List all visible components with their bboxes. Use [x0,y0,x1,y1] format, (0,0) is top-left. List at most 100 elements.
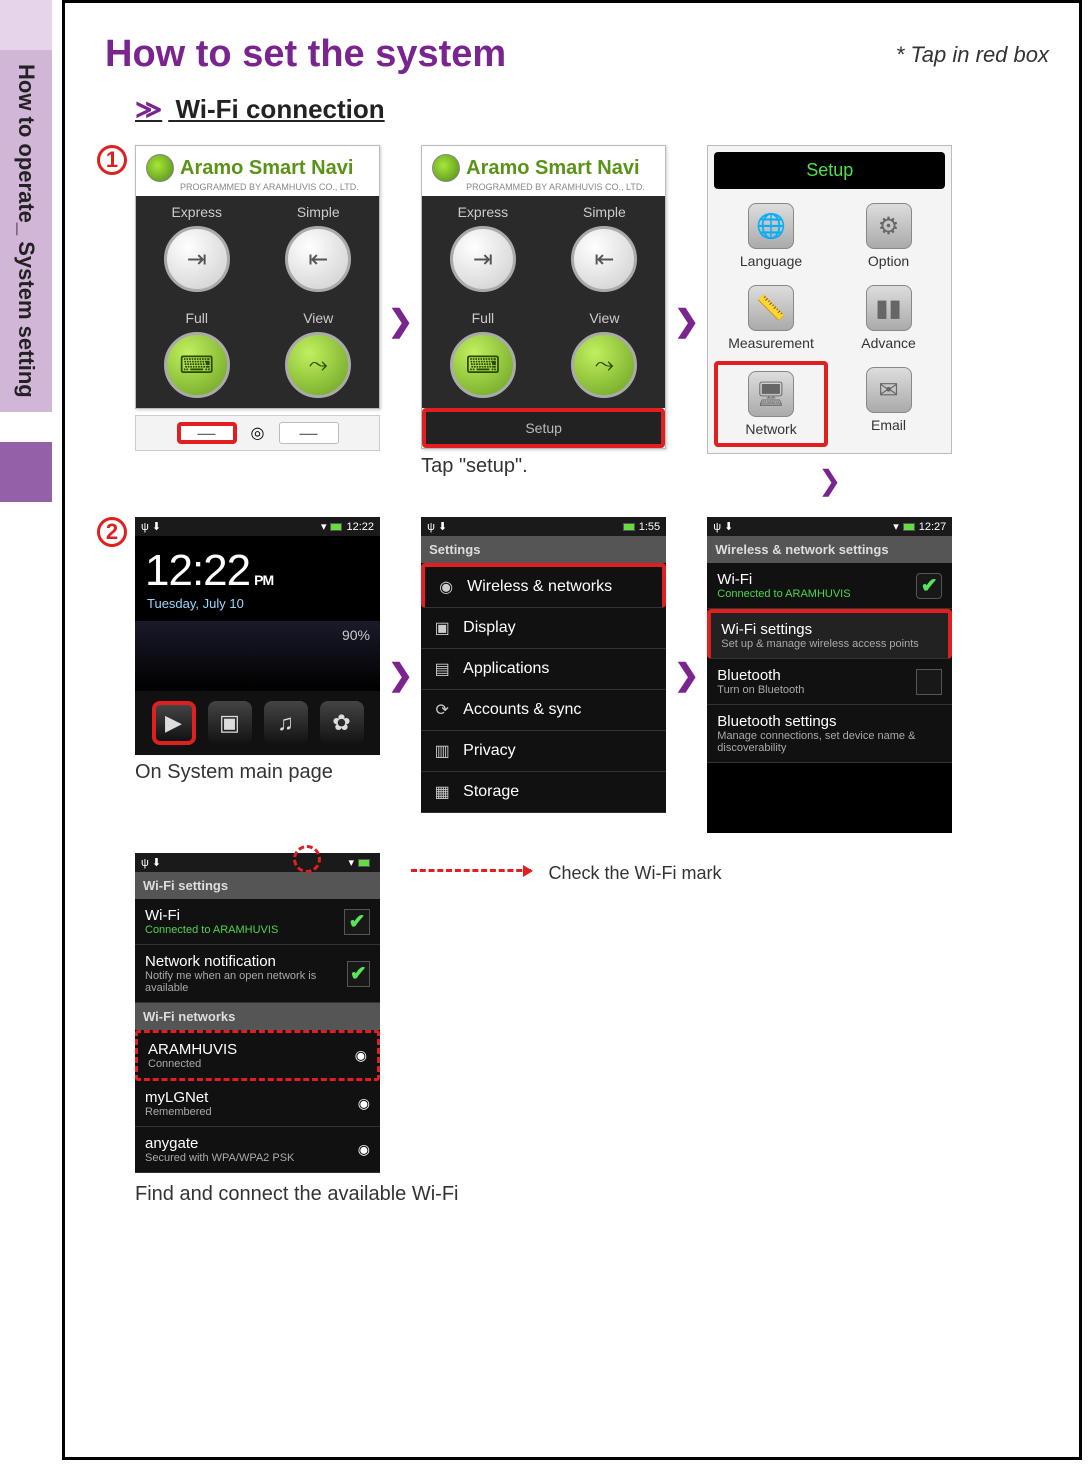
gear-icon: ⚙ [866,203,912,249]
settings-accounts[interactable]: ⟳Accounts & sync [421,690,666,731]
check-icon: ✔ [349,912,366,932]
app-title: Aramo Smart Navi [466,157,639,180]
setup-item-option[interactable]: ⚙Option [832,197,946,275]
settings-display[interactable]: ▣Display [421,608,666,649]
setup-item-language[interactable]: 🌐Language [714,197,828,275]
app-subtitle: PROGRAMMED BY ARAMHUVIS CO., LTD. [422,182,665,196]
storage-icon: ▦ [431,782,453,802]
step2-marker: 2 [97,517,127,547]
display-icon: ▣ [431,618,453,638]
pointer-line [411,869,531,872]
wifi-checkbox[interactable]: ✔ [344,909,370,935]
privacy-icon: ▥ [431,741,453,761]
page-frame: How to set the system * Tap in red box ≫… [62,0,1082,1460]
arrow-right-icon: ❯ [386,304,415,339]
express-button[interactable]: ⇥ [450,226,516,292]
wns-bluetooth-toggle[interactable]: BluetoothTurn on Bluetooth [707,659,952,705]
step1-marker: 1 [97,145,127,175]
setup-item-measurement[interactable]: 📏Measurement [714,279,828,357]
caption-check-mark: Check the Wi-Fi mark [549,863,722,884]
ruler-icon: 📏 [748,285,794,331]
section-subtitle: ≫ Wi-Fi connection [135,94,1049,125]
full-label: Full [185,310,208,326]
arrow-down-icon: ❯ [818,464,841,497]
side-accent-light [0,0,52,50]
side-tab: How to operate_ System setting [0,50,52,412]
section-subtitle-text: Wi-Fi connection [175,94,384,124]
express-label: Express [171,204,222,220]
signal-lock-icon: ◉ [358,1141,370,1158]
step1-row: 1 Aramo Smart Navi PROGRAMMED BY ARAMHUV… [135,145,1049,497]
settings-storage[interactable]: ▦Storage [421,772,666,813]
signal-lock-icon: ◉ [358,1095,370,1112]
check-icon: ✔ [921,576,938,596]
settings-applications[interactable]: ▤Applications [421,649,666,690]
hw-button-left[interactable]: — [177,422,237,444]
hw-button-right[interactable]: — [279,422,339,444]
wifi-settings-row: ψ ⬇ ▾ Wi-Fi settings Wi-FiConnected to A… [135,853,1049,1206]
status-time: 12:22 [346,521,374,533]
hw-button-center[interactable]: ◎ [243,422,273,444]
side-accent-dark [0,442,52,502]
hardware-button-bar: — ◎ — [135,415,380,451]
full-button[interactable]: ⌨ [164,332,230,398]
wns-wifi-settings[interactable]: Wi-Fi settingsSet up & manage wireless a… [707,609,952,659]
status-bar: ψ ⬇ ▾ 12:22 [135,517,380,536]
screenshot-wifi-settings: ψ ⬇ ▾ Wi-Fi settings Wi-FiConnected to A… [135,853,459,1206]
home-widget-area: 90% [135,621,380,691]
wifi-network-anygate[interactable]: anygateSecured with WPA/WPA2 PSK ◉ [135,1127,380,1173]
globe-icon: 🌐 [748,203,794,249]
wifi-icon: ▾ [321,520,327,533]
setup-item-email[interactable]: ✉Email [832,361,946,447]
sync-icon: ⟳ [431,700,453,720]
dock-gallery-icon[interactable]: ▣ [208,701,252,745]
network-icon: 🖥 [748,371,794,417]
wifi-icon: ◉ [435,577,457,597]
full-button[interactable]: ⌨ [450,332,516,398]
wns-header: Wireless & network settings [707,536,952,563]
page-title: How to set the system [105,33,506,76]
side-column: How to operate_ System setting [0,0,62,1464]
view-button[interactable]: ⤳ [571,332,637,398]
battery-icon [330,523,342,531]
wifi-settings-header: Wi-Fi settings [135,872,380,899]
dock-music-icon[interactable]: ♫ [264,701,308,745]
express-button[interactable]: ⇥ [164,226,230,292]
dock-settings-icon[interactable]: ✿ [320,701,364,745]
wifi-network-mylgnet[interactable]: myLGNetRemembered ◉ [135,1081,380,1127]
wifi-networks-header: Wi-Fi networks [135,1003,380,1030]
wifi-toggle[interactable]: Wi-FiConnected to ARAMHUVIS ✔ [135,899,380,945]
screenshot-navi-home: Aramo Smart Navi PROGRAMMED BY ARAMHUVIS… [135,145,380,451]
signal-icon: ◉ [355,1047,367,1064]
screenshot-setup-menu: Setup 🌐Language ⚙Option 📏Measurement ▮▮A… [707,145,952,497]
app-subtitle: PROGRAMMED BY ARAMHUVIS CO., LTD. [136,182,379,196]
simple-button[interactable]: ⇤ [571,226,637,292]
settings-privacy[interactable]: ▥Privacy [421,731,666,772]
check-icon: ✔ [350,964,367,984]
wifi-network-aramhuvis[interactable]: ARAMHUVISConnected ◉ [135,1030,380,1081]
arrow-right-icon: ❯ [672,304,701,339]
wns-bluetooth-settings[interactable]: Bluetooth settingsManage connections, se… [707,705,952,763]
setup-item-network[interactable]: 🖥Network [714,361,828,447]
home-date: Tuesday, July 10 [135,596,380,621]
bt-checkbox[interactable] [916,669,942,695]
setup-header: Setup [714,152,945,189]
setup-item-advance[interactable]: ▮▮Advance [832,279,946,357]
status-bar: ψ ⬇ ▾ [135,853,380,872]
dock-app-icon[interactable]: ▶ [152,701,196,745]
arrow-right-icon: ❯ [672,658,701,693]
view-button[interactable]: ⤳ [285,332,351,398]
notify-checkbox[interactable]: ✔ [347,961,370,987]
usb-icon: ψ ⬇ [141,520,161,533]
wifi-icon: ▾ [348,856,354,869]
simple-button[interactable]: ⇤ [285,226,351,292]
network-notification-toggle[interactable]: Network notificationNotify me when an op… [135,945,380,1003]
side-gap [0,412,52,442]
wifi-checkbox[interactable]: ✔ [916,573,942,599]
screenshot-navi-setup: Aramo Smart Navi PROGRAMMED BY ARAMHUVIS… [421,145,666,478]
wns-wifi-toggle[interactable]: Wi-FiConnected to ARAMHUVIS ✔ [707,563,952,609]
wifi-mark-highlight [293,845,321,873]
chevron-icon: ≫ [135,94,162,124]
settings-wireless[interactable]: ◉Wireless & networks [421,563,666,608]
setup-bar[interactable]: Setup [422,408,665,448]
